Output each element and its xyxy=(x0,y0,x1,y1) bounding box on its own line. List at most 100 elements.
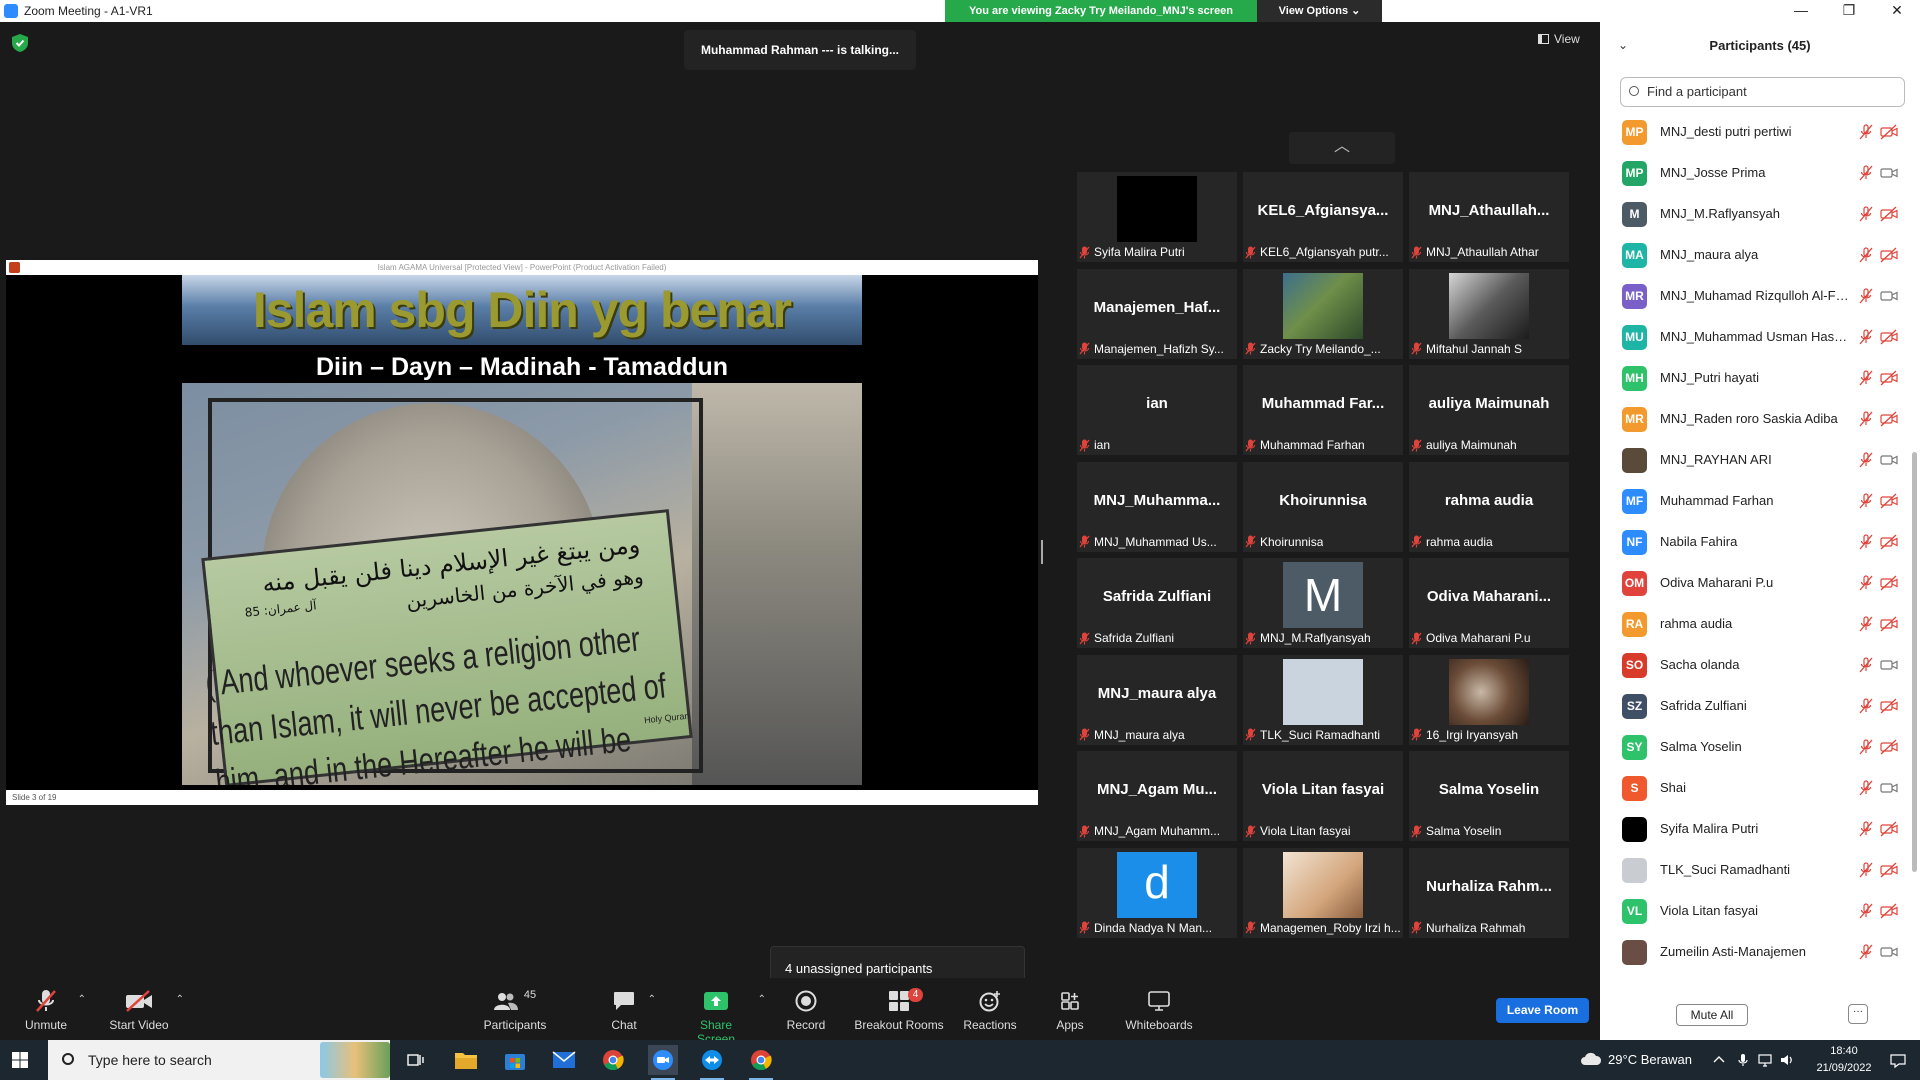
whiteboards-button[interactable]: Whiteboards xyxy=(1124,988,1194,1032)
security-shield-icon[interactable] xyxy=(12,34,28,52)
share-screen-button[interactable]: Share Screen ⌃ xyxy=(680,988,766,1046)
participant-row[interactable]: OM Odiva Maharani P.u xyxy=(1600,563,1912,604)
leave-room-button[interactable]: Leave Room xyxy=(1496,998,1589,1023)
volume-icon[interactable] xyxy=(1780,1053,1794,1067)
video-tile[interactable]: MNJ_maura alya MNJ_maura alya xyxy=(1077,654,1237,745)
chrome-icon[interactable] xyxy=(598,1045,628,1075)
participant-row[interactable]: MR MNJ_Raden roro Saskia Adiba xyxy=(1600,399,1912,440)
participant-row[interactable]: MH MNJ_Putri hayati xyxy=(1600,358,1912,399)
video-tile[interactable]: TLK_Suci Ramadhanti xyxy=(1243,654,1403,745)
breakout-rooms-button[interactable]: 4 Breakout Rooms xyxy=(854,988,944,1032)
microsoft-store-icon[interactable] xyxy=(500,1045,530,1075)
participant-row[interactable]: Zumeilin Asti-Manajemen xyxy=(1600,932,1912,973)
participant-avatar: MF xyxy=(1622,489,1647,514)
video-tile[interactable]: Managemen_Roby Irzi h... xyxy=(1243,847,1403,938)
taskbar-clock[interactable]: 18:40 21/09/2022 xyxy=(1814,1043,1874,1077)
network-icon[interactable] xyxy=(1758,1053,1772,1067)
participant-row[interactable]: MU MNJ_Muhammad Usman Hasa... xyxy=(1600,317,1912,358)
participant-row[interactable]: SY Salma Yoselin xyxy=(1600,727,1912,768)
video-tile[interactable]: KEL6_Afgiansya... KEL6_Afgiansyah putr... xyxy=(1243,172,1403,262)
task-view-icon[interactable] xyxy=(401,1045,431,1075)
participant-row[interactable]: S Shai xyxy=(1600,768,1912,809)
participant-row[interactable]: M MNJ_M.Raflyansyah xyxy=(1600,194,1912,235)
participant-row[interactable]: MP MNJ_Josse Prima xyxy=(1600,153,1912,194)
unmute-button[interactable]: Unmute ⌃ xyxy=(20,988,86,1032)
mute-all-button[interactable]: Mute All xyxy=(1676,1004,1748,1026)
video-tile[interactable]: Muhammad Far... Muhammad Farhan xyxy=(1243,365,1403,455)
start-video-button[interactable]: Start Video ⌃ xyxy=(108,988,184,1032)
muted-mic-icon xyxy=(1079,246,1090,258)
video-tile[interactable]: MNJ_Athaullah... MNJ_Athaullah Athar xyxy=(1409,172,1569,262)
chat-options-caret[interactable]: ⌃ xyxy=(648,994,656,1005)
tray-chevron-icon[interactable] xyxy=(1712,1053,1726,1067)
video-tile[interactable]: Viola Litan fasyai Viola Litan fasyai xyxy=(1243,751,1403,841)
video-tile[interactable]: M MNJ_M.Raflyansyah xyxy=(1243,558,1403,648)
tray-mic-icon[interactable] xyxy=(1736,1053,1750,1067)
more-options-button[interactable]: ··· xyxy=(1848,1004,1868,1024)
split-view-handle[interactable] xyxy=(1041,540,1043,564)
reactions-button[interactable]: Reactions xyxy=(962,988,1018,1032)
tile-display-name: MNJ_Athaullah... xyxy=(1428,202,1550,219)
find-participant-input[interactable]: Find a participant xyxy=(1620,77,1905,107)
video-tile[interactable]: Salma Yoselin Salma Yoselin xyxy=(1409,751,1569,841)
file-explorer-icon[interactable] xyxy=(451,1045,481,1075)
participant-list-scrollbar[interactable] xyxy=(1912,452,1917,872)
participant-video-thumbnail xyxy=(1449,272,1529,339)
close-button[interactable]: ✕ xyxy=(1874,0,1920,22)
video-tile[interactable]: d Dinda Nadya N Man... xyxy=(1077,847,1237,938)
participant-name: MNJ_Putri hayati xyxy=(1660,370,1759,385)
participant-avatar: SY xyxy=(1622,735,1647,760)
video-tile[interactable]: MNJ_Agam Mu... MNJ_Agam Muhamm... xyxy=(1077,751,1237,841)
participant-row[interactable]: MR MNJ_Muhamad Rizqulloh Al-Fa... xyxy=(1600,276,1912,317)
share-options-caret[interactable]: ⌃ xyxy=(758,994,766,1005)
participant-row[interactable]: NF Nabila Fahira xyxy=(1600,522,1912,563)
video-tile[interactable]: Nurhaliza Rahm... Nurhaliza Rahmah xyxy=(1409,847,1569,938)
notification-center-icon[interactable] xyxy=(1890,1053,1906,1069)
weather-widget[interactable]: 29°C Berawan xyxy=(1580,1052,1692,1067)
video-tile[interactable]: Syifa Malira Putri xyxy=(1077,172,1237,262)
zoom-taskbar-icon[interactable] xyxy=(648,1045,678,1080)
view-button[interactable]: View xyxy=(1538,32,1580,46)
chat-button[interactable]: Chat ⌃ xyxy=(606,988,656,1032)
restore-button[interactable]: ❐ xyxy=(1826,0,1872,22)
video-tile[interactable]: ian ian xyxy=(1077,365,1237,455)
mail-icon[interactable] xyxy=(549,1045,579,1075)
audio-options-caret[interactable]: ⌃ xyxy=(78,994,86,1005)
participant-row[interactable]: VL Viola Litan fasyai xyxy=(1600,891,1912,932)
chrome-alt-icon[interactable] xyxy=(746,1045,776,1080)
tile-caption: rahma audia xyxy=(1411,534,1567,550)
video-tile[interactable]: 16_Irgi Iryansyah xyxy=(1409,654,1569,745)
teamviewer-icon[interactable] xyxy=(697,1045,727,1080)
video-tile[interactable]: Manajemen_Haf... Manajemen_Hafizh Sy... xyxy=(1077,268,1237,359)
video-tile[interactable]: Zacky Try Meilando_... xyxy=(1243,268,1403,359)
participant-video-thumbnail xyxy=(1117,176,1197,242)
participant-name: MNJ_RAYHAN ARI xyxy=(1660,452,1772,467)
windows-start-icon[interactable] xyxy=(12,1052,28,1068)
video-tile[interactable]: MNJ_Muhamma... MNJ_Muhammad Us... xyxy=(1077,461,1237,552)
participant-row[interactable]: Syifa Malira Putri xyxy=(1600,809,1912,850)
participant-row[interactable]: RA rahma audia xyxy=(1600,604,1912,645)
participant-row[interactable]: MF Muhammad Farhan xyxy=(1600,481,1912,522)
video-tile[interactable]: Khoirunnisa Khoirunnisa xyxy=(1243,461,1403,552)
apps-button[interactable]: Apps xyxy=(1054,988,1086,1032)
view-options-button[interactable]: View Options ⌄ xyxy=(1257,0,1382,22)
taskbar-search-box[interactable]: Type here to search xyxy=(48,1040,390,1080)
participant-row[interactable]: TLK_Suci Ramadhanti xyxy=(1600,850,1912,891)
participant-row[interactable]: MP MNJ_desti putri pertiwi xyxy=(1600,112,1912,153)
tile-caption-text: Salma Yoselin xyxy=(1426,824,1502,838)
video-tile[interactable]: auliya Maimunah auliya Maimunah xyxy=(1409,365,1569,455)
video-tile[interactable]: rahma audia rahma audia xyxy=(1409,461,1569,552)
muted-mic-icon xyxy=(1858,329,1874,345)
participant-row[interactable]: MA MNJ_maura alya xyxy=(1600,235,1912,276)
video-tile[interactable]: Safrida Zulfiani Safrida Zulfiani xyxy=(1077,558,1237,648)
participant-row[interactable]: SZ Safrida Zulfiani xyxy=(1600,686,1912,727)
gallery-scroll-up-button[interactable]: ︿ xyxy=(1289,132,1395,164)
participants-button[interactable]: 45 Participants xyxy=(480,988,550,1032)
video-options-caret[interactable]: ⌃ xyxy=(176,994,184,1005)
video-tile[interactable]: Odiva Maharani... Odiva Maharani P.u xyxy=(1409,558,1569,648)
participant-row[interactable]: SO Sacha olanda xyxy=(1600,645,1912,686)
record-button[interactable]: Record xyxy=(784,988,828,1032)
minimize-button[interactable]: — xyxy=(1778,0,1824,22)
participant-row[interactable]: MNJ_RAYHAN ARI xyxy=(1600,440,1912,481)
video-tile[interactable]: Miftahul Jannah S xyxy=(1409,268,1569,359)
